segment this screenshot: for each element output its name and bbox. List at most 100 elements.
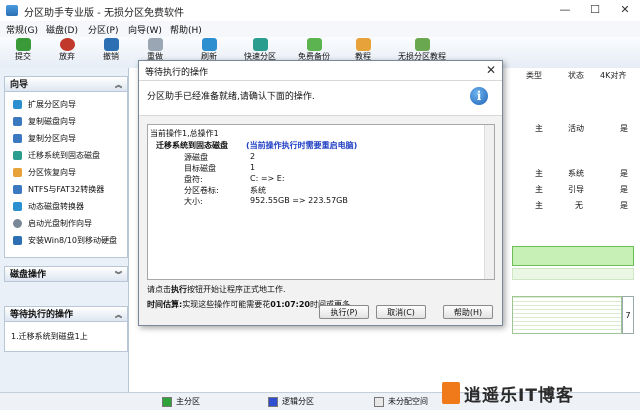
hint-bold: 执行 xyxy=(171,285,187,294)
dynamic-disk-icon xyxy=(13,202,22,211)
row-4k: 是 xyxy=(620,124,628,133)
time-prefix: 实现这些操作可能需要花 xyxy=(182,300,271,309)
quick-partition-button[interactable]: 快速分区 xyxy=(238,38,282,62)
menu-help[interactable]: 帮助(H) xyxy=(170,23,202,36)
menu-wizard[interactable]: 向导(W) xyxy=(128,23,162,36)
row-type: 主 xyxy=(535,201,543,210)
row-4k: 是 xyxy=(620,185,628,194)
column-status[interactable]: 状态 xyxy=(568,70,584,84)
wizard-item-label: 迁移系统到固态磁盘 xyxy=(28,151,100,160)
detail-key: 目标磁盘 xyxy=(184,164,216,173)
row-4k: 是 xyxy=(620,169,628,178)
check-icon xyxy=(15,38,31,51)
backup-icon xyxy=(306,38,322,51)
operations-list: 当前操作1,总操作1 迁移系统到固态磁盘 (当前操作执行时需要重启电脑) 源磁盘… xyxy=(147,124,495,280)
expand-icon[interactable]: ︾ xyxy=(115,267,122,283)
refresh-button[interactable]: 刷新 xyxy=(194,38,224,62)
maximize-button[interactable]: ☐ xyxy=(580,0,610,21)
redo-icon xyxy=(147,38,163,51)
wizard-item-label: 动态磁盘转换器 xyxy=(28,202,84,211)
menu-bar: 常规(G) 磁盘(D) 分区(P) 向导(W) 帮助(H) xyxy=(0,21,640,38)
collapse-icon[interactable]: ︽ xyxy=(115,307,122,323)
wizard-item-label: 复制磁盘向导 xyxy=(28,117,76,126)
row-type: 主 xyxy=(535,169,543,178)
info-icon: i xyxy=(470,87,488,105)
wizard-panel-title: 向导 xyxy=(10,80,29,90)
hint-prefix: 请点击 xyxy=(147,285,171,294)
close-button[interactable]: ✕ xyxy=(610,0,640,21)
time-label: 时间估算: xyxy=(147,300,183,309)
minimize-button[interactable]: — xyxy=(550,0,580,21)
watermark-logo xyxy=(442,382,460,404)
pending-operations-dialog: 等待执行的操作 ✕ 分区助手已经准备就绪,请确认下面的操作. i 当前操作1,总… xyxy=(138,60,503,326)
stop-icon xyxy=(59,38,75,51)
logical-legend-label: 逻辑分区 xyxy=(282,397,314,406)
row-status: 无 xyxy=(575,201,583,210)
help-button[interactable]: 帮助(H) xyxy=(443,305,493,319)
watermark-text: 逍遥乐IT博客 xyxy=(464,386,574,406)
wizard-panel-header[interactable]: 向导 ︽ xyxy=(4,76,128,92)
app-icon xyxy=(6,5,18,16)
disk-partition-bar[interactable] xyxy=(512,268,634,280)
extend-icon xyxy=(13,100,22,109)
undo-button[interactable]: 撤销 xyxy=(96,38,126,62)
hint-suffix: 按钮开始让程序正式地工作. xyxy=(187,285,286,294)
detail-value: 1 xyxy=(250,163,256,172)
discard-button[interactable]: 放弃 xyxy=(52,38,82,62)
detail-key: 源磁盘 xyxy=(184,153,208,162)
dialog-close-button[interactable]: ✕ xyxy=(486,63,496,77)
column-4k[interactable]: 4K对齐 xyxy=(600,70,626,84)
row-status: 系统 xyxy=(568,169,584,178)
execute-button[interactable]: 执行(P) xyxy=(319,305,369,319)
cancel-button[interactable]: 取消(C) xyxy=(376,305,426,319)
primary-legend-swatch xyxy=(162,397,172,407)
menu-partition[interactable]: 分区(P) xyxy=(88,23,118,36)
disk-ops-panel-header[interactable]: 磁盘操作 ︾ xyxy=(4,266,128,282)
submit-button[interactable]: 提交 xyxy=(8,38,38,62)
collapse-icon[interactable]: ︽ xyxy=(115,77,122,93)
lossless-tutorial-button[interactable]: 无损分区教程 xyxy=(392,38,452,62)
pending-panel-header[interactable]: 等待执行的操作 ︽ xyxy=(4,306,128,322)
detail-key: 大小: xyxy=(184,197,203,206)
primary-legend-label: 主分区 xyxy=(176,397,200,406)
window-title: 分区助手专业版 - 无损分区免费软件 xyxy=(24,8,184,19)
wizard-panel: 扩展分区向导 复制磁盘向导 复制分区向导 迁移系统到固态磁盘 分区恢复向导 NT… xyxy=(4,92,128,258)
pending-item[interactable]: 1.迁移系统到磁盘1上 xyxy=(11,331,88,342)
wizard-item-label: 安装Win8/10到移动硬盘 xyxy=(28,236,117,245)
detail-value: 2 xyxy=(250,152,256,161)
detail-key: 分区卷标: xyxy=(184,186,219,195)
dialog-title: 等待执行的操作 xyxy=(145,68,209,78)
submit-label: 提交 xyxy=(15,52,31,61)
wizard-item-label: 扩展分区向导 xyxy=(28,100,76,109)
redo-button[interactable]: 重做 xyxy=(140,38,170,62)
ops-scrollbar[interactable] xyxy=(484,125,494,279)
menu-general[interactable]: 常规(G) xyxy=(6,23,38,36)
disk-ops-panel-title: 磁盘操作 xyxy=(10,270,47,280)
title-bar: 分区助手专业版 - 无损分区免费软件 — ☐ ✕ xyxy=(0,0,640,22)
column-type[interactable]: 类型 xyxy=(526,70,542,84)
wizard-item-label: NTFS与FAT32转换器 xyxy=(28,185,105,194)
logical-legend-swatch xyxy=(268,397,278,407)
disk-partition-map[interactable] xyxy=(512,296,622,334)
convert-icon xyxy=(13,185,22,194)
copy-partition-icon xyxy=(13,134,22,143)
disk-number: 7 xyxy=(622,296,634,334)
op-title: 迁移系统到固态磁盘 xyxy=(156,141,228,150)
row-type: 主 xyxy=(535,124,543,133)
book-icon xyxy=(355,38,371,51)
row-type: 主 xyxy=(535,185,543,194)
wizard-item-label: 复制分区向导 xyxy=(28,134,76,143)
pending-panel: 1.迁移系统到磁盘1上 xyxy=(4,322,128,352)
unallocated-legend-swatch xyxy=(374,397,384,407)
menu-disk[interactable]: 磁盘(D) xyxy=(46,23,78,36)
row-4k: 是 xyxy=(620,201,628,210)
discard-label: 放弃 xyxy=(59,52,75,61)
free-backup-button[interactable]: 免费备份 xyxy=(292,38,336,62)
detail-key: 盘符: xyxy=(184,175,203,184)
tutorial-button[interactable]: 教程 xyxy=(348,38,378,62)
disk-partition-bar[interactable] xyxy=(512,246,634,266)
detail-value: 952.55GB => 223.57GB xyxy=(250,196,348,205)
undo-icon xyxy=(103,38,119,51)
refresh-icon xyxy=(201,38,217,51)
time-value: 01:07:20 xyxy=(270,300,310,309)
